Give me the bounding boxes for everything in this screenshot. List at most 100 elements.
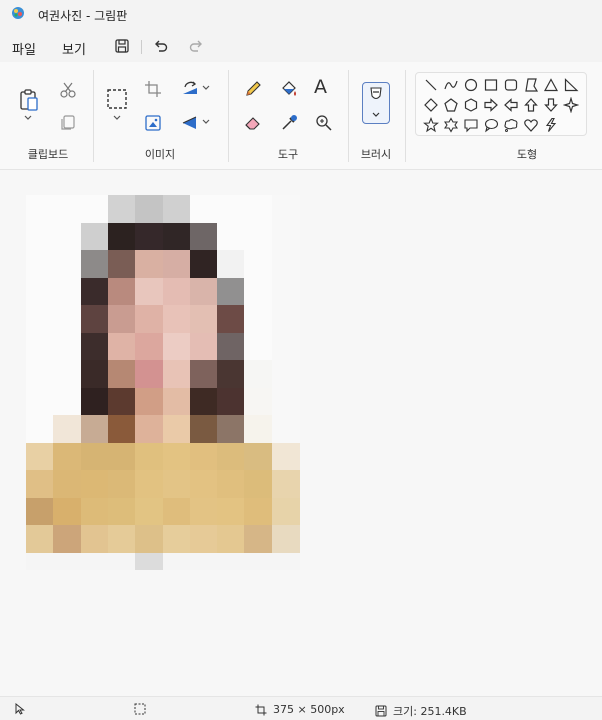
ribbon-divider bbox=[405, 70, 406, 162]
image-pixel-block bbox=[244, 222, 273, 251]
pencil-icon[interactable] bbox=[243, 79, 263, 99]
image-pixel-block bbox=[244, 525, 273, 553]
rotate-icon[interactable] bbox=[180, 79, 200, 99]
image-pixel-block bbox=[80, 360, 109, 388]
flip-dropdown-chevron-icon[interactable] bbox=[200, 116, 212, 128]
rounded-rectangle-shape-icon[interactable] bbox=[503, 77, 519, 93]
flip-icon[interactable] bbox=[180, 113, 200, 133]
image-pixel-block bbox=[189, 360, 218, 388]
image-pixel-block bbox=[162, 387, 191, 416]
crop-icon[interactable] bbox=[143, 79, 163, 99]
image-pixel-block bbox=[26, 222, 54, 251]
left-arrow-shape-icon[interactable] bbox=[503, 97, 519, 113]
image-pixel-block bbox=[135, 222, 164, 251]
oval-callout-shape-icon[interactable] bbox=[483, 117, 499, 133]
image-pixel-block bbox=[271, 415, 300, 443]
image-pixel-block bbox=[271, 470, 300, 498]
brush-selector[interactable] bbox=[362, 82, 390, 124]
select-rectangle-icon[interactable] bbox=[106, 88, 128, 110]
image-pixel-block bbox=[26, 442, 54, 471]
five-point-star-shape-icon[interactable] bbox=[423, 117, 439, 133]
right-arrow-shape-icon[interactable] bbox=[483, 97, 499, 113]
magnifier-icon[interactable] bbox=[314, 113, 334, 133]
image-pixel-block bbox=[26, 360, 54, 388]
resize-icon[interactable] bbox=[143, 113, 163, 133]
image-pixel-block bbox=[162, 525, 191, 553]
ribbon-divider bbox=[228, 70, 229, 162]
image-pixel-block bbox=[217, 470, 246, 498]
text-tool-icon[interactable]: A bbox=[314, 76, 336, 100]
menu-file[interactable]: 파일 bbox=[8, 37, 40, 60]
image-pixel-block bbox=[244, 497, 273, 526]
image-pixel-block bbox=[189, 470, 218, 498]
image-pixel-block bbox=[189, 305, 218, 333]
image-pixel-block bbox=[135, 332, 164, 361]
group-label-brushes: 브러시 bbox=[360, 148, 392, 161]
triangle-shape-icon[interactable] bbox=[543, 77, 559, 93]
image-pixel-block bbox=[271, 222, 300, 251]
image-pixel-block bbox=[244, 415, 273, 443]
image-pixel-block bbox=[107, 277, 136, 306]
hexagon-shape-icon[interactable] bbox=[463, 97, 479, 113]
polygon-shape-icon[interactable] bbox=[523, 77, 539, 93]
eraser-icon[interactable] bbox=[243, 113, 263, 133]
undo-icon[interactable] bbox=[153, 38, 169, 54]
pentagon-shape-icon[interactable] bbox=[443, 97, 459, 113]
cloud-callout-shape-icon[interactable] bbox=[503, 117, 519, 133]
image-pixel-block bbox=[271, 387, 300, 416]
canvas-size-icon bbox=[255, 704, 267, 715]
line-shape-icon[interactable] bbox=[423, 77, 439, 93]
menu-bar: 파일 보기 bbox=[0, 30, 602, 62]
ribbon-divider bbox=[93, 70, 94, 162]
curve-shape-icon[interactable] bbox=[443, 77, 459, 93]
six-point-star-shape-icon[interactable] bbox=[443, 117, 459, 133]
heart-shape-icon[interactable] bbox=[523, 117, 539, 133]
image-pixel-block bbox=[135, 442, 164, 471]
lightning-shape-icon[interactable] bbox=[543, 117, 559, 133]
image-pixel-block bbox=[80, 470, 109, 498]
menu-view[interactable]: 보기 bbox=[58, 37, 90, 60]
save-icon[interactable] bbox=[114, 38, 130, 54]
image-pixel-block bbox=[80, 442, 109, 471]
image-pixel-block bbox=[244, 360, 273, 388]
rotate-dropdown-chevron-icon[interactable] bbox=[200, 82, 212, 94]
rectangle-shape-icon[interactable] bbox=[483, 77, 499, 93]
copy-icon[interactable] bbox=[58, 112, 78, 132]
fill-bucket-icon[interactable] bbox=[279, 79, 299, 99]
drawing-canvas[interactable] bbox=[26, 195, 300, 570]
image-pixel-block bbox=[26, 552, 54, 570]
paste-icon[interactable] bbox=[18, 88, 40, 112]
paste-dropdown-chevron-icon[interactable] bbox=[21, 112, 35, 124]
image-pixel-block bbox=[80, 387, 109, 416]
status-bar: 375 × 500px 크기: 251.4KB bbox=[0, 696, 602, 720]
image-pixel-block bbox=[162, 442, 191, 471]
image-pixel-block bbox=[271, 497, 300, 526]
rectangular-callout-shape-icon[interactable] bbox=[463, 117, 479, 133]
select-dropdown-chevron-icon[interactable] bbox=[110, 112, 124, 124]
right-triangle-shape-icon[interactable] bbox=[563, 77, 579, 93]
image-pixel-block bbox=[80, 332, 109, 361]
image-pixel-block bbox=[271, 195, 300, 223]
image-pixel-block bbox=[271, 442, 300, 471]
image-pixel-block bbox=[217, 497, 246, 526]
image-pixel-block bbox=[53, 497, 82, 526]
image-pixel-block bbox=[107, 497, 136, 526]
file-size: 크기: 251.4KB bbox=[375, 703, 467, 719]
image-pixel-block bbox=[244, 470, 273, 498]
image-pixel-block bbox=[162, 470, 191, 498]
image-pixel-block bbox=[271, 360, 300, 388]
oval-shape-icon[interactable] bbox=[463, 77, 479, 93]
cut-icon[interactable] bbox=[58, 80, 78, 100]
diamond-shape-icon[interactable] bbox=[423, 97, 439, 113]
down-arrow-shape-icon[interactable] bbox=[543, 97, 559, 113]
image-pixel-block bbox=[80, 415, 109, 443]
up-arrow-shape-icon[interactable] bbox=[523, 97, 539, 113]
image-pixel-block bbox=[217, 415, 246, 443]
four-point-star-shape-icon[interactable] bbox=[563, 97, 579, 113]
image-pixel-block bbox=[107, 552, 136, 570]
redo-icon[interactable] bbox=[188, 38, 204, 54]
color-picker-icon[interactable] bbox=[279, 113, 299, 133]
image-pixel-block bbox=[107, 470, 136, 498]
image-pixel-block bbox=[217, 552, 246, 570]
image-pixel-block bbox=[162, 250, 191, 278]
